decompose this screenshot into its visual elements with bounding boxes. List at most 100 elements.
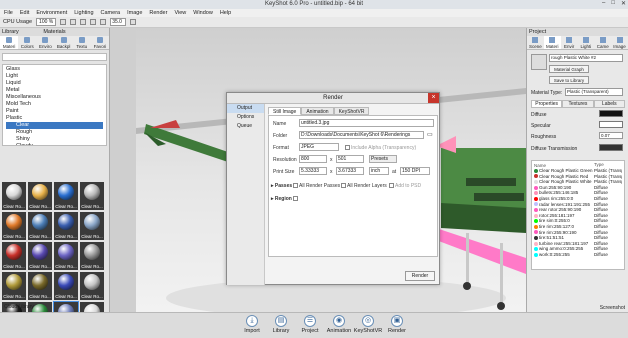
tab-materials[interactable]: Materi (0, 36, 19, 49)
tree-item[interactable]: Shiny (6, 136, 103, 143)
all-passes-checkbox[interactable] (293, 183, 298, 189)
folder-browse-icon[interactable]: ▭ (427, 131, 433, 138)
menu-lighting[interactable]: Lighting (74, 10, 93, 16)
material-thumbnail[interactable]: Clear Ro... (28, 272, 52, 300)
tab-colors[interactable]: Colors (18, 36, 36, 49)
performance-icon[interactable] (70, 19, 77, 25)
maximize-icon[interactable]: □ (611, 0, 615, 7)
material-name-input[interactable]: rough Plastic White #2 (549, 54, 623, 62)
diffuse-color-swatch[interactable] (599, 110, 623, 117)
region-checkbox[interactable] (293, 196, 298, 202)
roughness-input[interactable]: 0.07 (599, 132, 623, 139)
material-thumbnail[interactable]: Clear Ro... (54, 242, 78, 270)
material-thumbnail[interactable]: Clear Ro... (28, 242, 52, 270)
material-thumbnail[interactable]: Clear Ro... (54, 212, 78, 240)
tree-item[interactable]: Light (6, 73, 103, 80)
minimize-icon[interactable]: – (602, 0, 605, 7)
tree-item[interactable]: Cloudy (6, 143, 103, 145)
menu-view[interactable]: View (174, 10, 186, 16)
lock-icon[interactable] (130, 19, 137, 25)
material-thumbnail[interactable]: Clear Ro... (2, 272, 26, 300)
material-thumbnail[interactable]: Clear Ro... (80, 242, 104, 270)
name-input[interactable]: untitled.3.jpg (299, 119, 434, 127)
menu-edit[interactable]: Edit (20, 10, 29, 16)
add-psd-checkbox[interactable] (389, 183, 394, 189)
material-thumbnail[interactable]: Clear Ro... (80, 212, 104, 240)
render-button[interactable]: Render (405, 271, 435, 281)
material-thumbnail[interactable]: Clear Ro... (80, 272, 104, 300)
material-thumbnail[interactable]: Clear Ro... (2, 242, 26, 270)
tab-environments[interactable]: Enviro (36, 36, 54, 49)
tree-item[interactable]: Glass (6, 66, 103, 73)
cpu-usage-select[interactable]: 100 % (36, 18, 57, 26)
tab-labels[interactable]: Labels (593, 100, 625, 108)
project-button[interactable]: ☰ Project (295, 315, 325, 334)
tree-item[interactable]: Clear (6, 122, 103, 129)
material-thumbnail[interactable]: Clear Ro... (28, 182, 52, 210)
resolution-width-input[interactable]: 800 (299, 155, 327, 163)
tree-item[interactable]: Paint (6, 108, 103, 115)
print-dpi-input[interactable]: 150 DPI (400, 167, 430, 175)
save-to-library-button[interactable]: Save to Library (549, 76, 589, 84)
material-type-select[interactable]: Plastic (Transparent) (565, 88, 623, 96)
perspective-icon[interactable] (100, 19, 107, 25)
format-select[interactable]: JPEG (299, 143, 339, 151)
folder-input[interactable]: D:\Downloads\Documents\KeyShot 6\Renderi… (299, 131, 424, 139)
tab-still-image[interactable]: Still Image (268, 107, 302, 115)
tab-material[interactable]: Materi (543, 36, 561, 49)
menu-file[interactable]: File (4, 10, 13, 16)
menu-environment[interactable]: Environment (36, 10, 67, 16)
tree-item[interactable]: Mold Tech (6, 101, 103, 108)
sidebar-item-options[interactable]: Options (227, 113, 264, 122)
tab-scene[interactable]: Scene (527, 36, 544, 49)
camera-icon[interactable] (90, 19, 97, 25)
cloud-library-label[interactable]: Cloud Library (4, 304, 34, 310)
tab-environment[interactable]: Envir (561, 36, 578, 49)
tree-item[interactable]: Miscellaneous (6, 94, 103, 101)
library-button[interactable]: ▤ Library (266, 315, 296, 334)
material-thumbnail[interactable]: Clear Ro... (2, 182, 26, 210)
tab-favorites[interactable]: Favori (91, 36, 109, 49)
tree-item[interactable]: Liquid (6, 80, 103, 87)
resolution-height-input[interactable]: 501 (336, 155, 364, 163)
keyshotvr-button[interactable]: ◎ KeyShotVR (353, 315, 383, 334)
tab-textures[interactable]: Textures (562, 100, 594, 108)
close-icon[interactable]: ✕ (621, 0, 626, 7)
menu-help[interactable]: Help (220, 10, 231, 16)
dialog-close-icon[interactable]: × (428, 93, 439, 103)
tree-item[interactable]: Metal (6, 87, 103, 94)
tab-properties[interactable]: Properties (531, 100, 563, 108)
pause-icon[interactable] (60, 19, 67, 25)
print-width-input[interactable]: 5.33333 (299, 167, 327, 175)
transmission-color-swatch[interactable] (599, 144, 623, 151)
tab-camera[interactable]: Came (594, 36, 611, 49)
alpha-checkbox[interactable] (345, 145, 350, 151)
tab-lighting[interactable]: Lighti (577, 36, 594, 49)
screenshot-label[interactable]: Screenshot (600, 305, 625, 311)
import-button[interactable]: ⤓ Import (237, 315, 267, 334)
menu-camera[interactable]: Camera (101, 10, 121, 16)
material-thumbnail[interactable]: Clear Ro... (54, 272, 78, 300)
material-thumbnail[interactable]: Clear Ro... (28, 212, 52, 240)
tab-backplates[interactable]: Backpl (55, 36, 73, 49)
menu-image[interactable]: Image (127, 10, 142, 16)
menu-window[interactable]: Window (193, 10, 213, 16)
material-thumbnail[interactable]: Clear Ro... (54, 182, 78, 210)
animation-button[interactable]: ◉ Animation (324, 315, 354, 334)
presets-button[interactable]: Presets (369, 155, 397, 163)
material-thumbnail[interactable]: Clear Ro... (80, 182, 104, 210)
print-height-input[interactable]: 3.67333 (336, 167, 364, 175)
tab-animation[interactable]: Animation (301, 107, 334, 115)
material-graph-button[interactable]: Material Graph (549, 65, 589, 73)
fov-input[interactable]: 35.0 (110, 18, 127, 26)
specular-color-swatch[interactable] (599, 121, 623, 128)
region-icon[interactable] (80, 19, 87, 25)
print-unit-select[interactable]: inch (369, 167, 389, 175)
list-item[interactable]: work:0:255:255 Diffuse (534, 252, 622, 258)
sidebar-item-queue[interactable]: Queue (227, 122, 264, 131)
render-button[interactable]: ▣ Render (382, 315, 412, 334)
tree-item[interactable]: Rough (6, 129, 103, 136)
library-search-input[interactable] (2, 53, 107, 61)
tab-textures[interactable]: Textu (73, 36, 91, 49)
sidebar-item-output[interactable]: Output (227, 104, 264, 113)
